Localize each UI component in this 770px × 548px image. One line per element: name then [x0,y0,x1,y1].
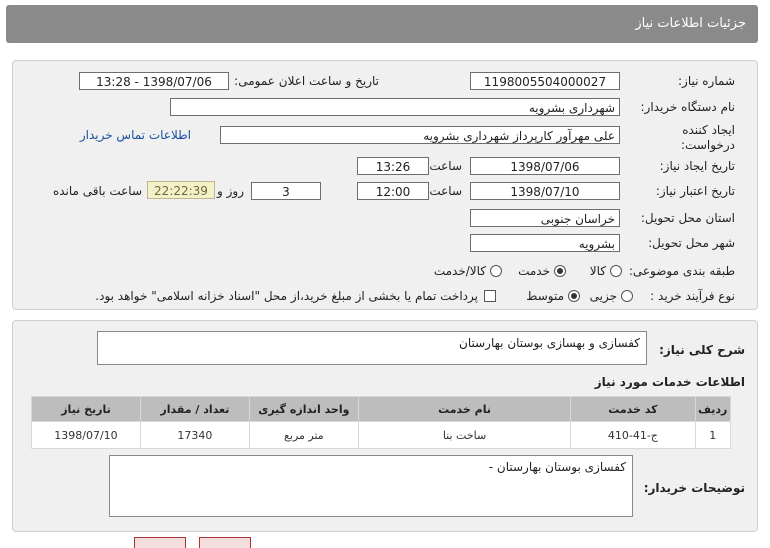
create-date-label: تاریخ ایجاد نیاز: [659,159,735,173]
city-field[interactable]: بشرویه [470,234,620,252]
city-label: شهر محل تحویل: [648,236,735,250]
category-option-service: خدمت [518,264,550,278]
category-radio-service[interactable] [554,265,566,277]
process-option-medium: متوسط [526,289,564,303]
create-date-field[interactable]: 1398/07/06 [470,157,620,175]
cell-service-name: ساخت بنا [357,421,572,449]
col-need-date: تاریخ نیاز [31,396,141,422]
buyer-org-field[interactable]: شهرداری بشرویه [170,98,620,116]
col-service-code: کد خدمت [570,396,696,422]
cell-need-date: 1398/07/10 [31,421,141,449]
buyer-org-label: نام دستگاه خریدار: [640,100,736,114]
create-time-field[interactable]: 13:26 [357,157,429,175]
need-details-panel: شرح کلی نیاز: کفسازی و بهسازی بوستان بها… [12,320,758,532]
services-header-row: ردیف کد خدمت نام خدمت واحد اندازه گیری ت… [31,396,732,422]
page-title: جزئیات اطلاعات نیاز [635,16,746,31]
announce-field[interactable]: 1398/07/06 - 13:28 [79,72,229,90]
col-row-number: ردیف [694,396,732,422]
process-radio-medium[interactable] [568,290,580,302]
cell-quantity: 17340 [139,421,250,449]
category-radio-both[interactable] [490,265,502,277]
services-table: ردیف کد خدمت نام خدمت واحد اندازه گیری ت… [31,396,732,449]
need-info-panel: شماره نیاز: 1198005504000027 تاریخ و ساع… [12,60,758,310]
buyer-notes-label: توضیحات خریدار: [643,481,745,495]
col-unit: واحد اندازه گیری [248,396,359,422]
process-option-minor: جزیی [589,289,617,303]
process-label: نوع فرآیند خرید : [650,289,735,303]
days-field[interactable]: 3 [251,182,321,200]
table-row[interactable]: 1 ج-41-410 ساخت بنا متر مربع 17340 1398/… [31,421,732,449]
cell-unit: متر مربع [248,421,359,449]
cell-row-number: 1 [694,421,732,449]
create-time-label: ساعت [429,159,462,173]
validity-time-field[interactable]: 12:00 [357,182,429,200]
category-option-goods: کالا [589,264,606,278]
action-button-left[interactable] [134,537,186,548]
validity-time-label: ساعت [429,184,462,198]
province-field[interactable]: خراسان جنوبی [470,209,620,227]
days-label: روز و [217,184,244,198]
province-label: استان محل تحویل: [640,211,735,225]
services-section-title: اطلاعات خدمات مورد نیاز [594,375,745,389]
treasury-payment-note: پرداخت تمام یا بخشی از مبلغ خرید،از محل … [95,289,478,303]
validity-date-field[interactable]: 1398/07/10 [470,182,620,200]
process-radio-minor[interactable] [621,290,633,302]
validity-date-label: تاریخ اعتبار نیاز: [655,184,735,198]
col-quantity: تعداد / مقدار [139,396,250,422]
creator-label: ایجاد کننده درخواست: [681,123,735,152]
buyer-notes-field[interactable]: کفسازی بوستان بهارستان - [109,455,633,517]
action-button-right[interactable] [199,537,251,548]
summary-field[interactable]: کفسازی و بهسازی بوستان بهارستان [97,331,647,365]
treasury-payment-checkbox[interactable] [484,290,496,302]
cell-service-code: ج-41-410 [570,421,696,449]
summary-label: شرح کلی نیاز: [659,343,745,357]
announce-label: تاریخ و ساعت اعلان عمومی: [234,74,379,88]
category-label: طبقه بندی موضوعی: [628,264,735,278]
col-service-name: نام خدمت [357,396,572,422]
contact-buyer-link[interactable]: اطلاعات تماس خریدار [80,128,191,142]
category-radio-goods[interactable] [610,265,622,277]
need-number-label: شماره نیاز: [678,74,735,88]
page-header: جزئیات اطلاعات نیاز [6,5,758,43]
remaining-label: ساعت باقی مانده [52,184,142,198]
category-option-both: کالا/خدمت [433,264,486,278]
remaining-time: 22:22:39 [147,181,215,199]
need-number-field[interactable]: 1198005504000027 [470,72,620,90]
creator-field[interactable]: علی مهرآور کارپرداز شهرداری بشرویه [220,126,620,144]
